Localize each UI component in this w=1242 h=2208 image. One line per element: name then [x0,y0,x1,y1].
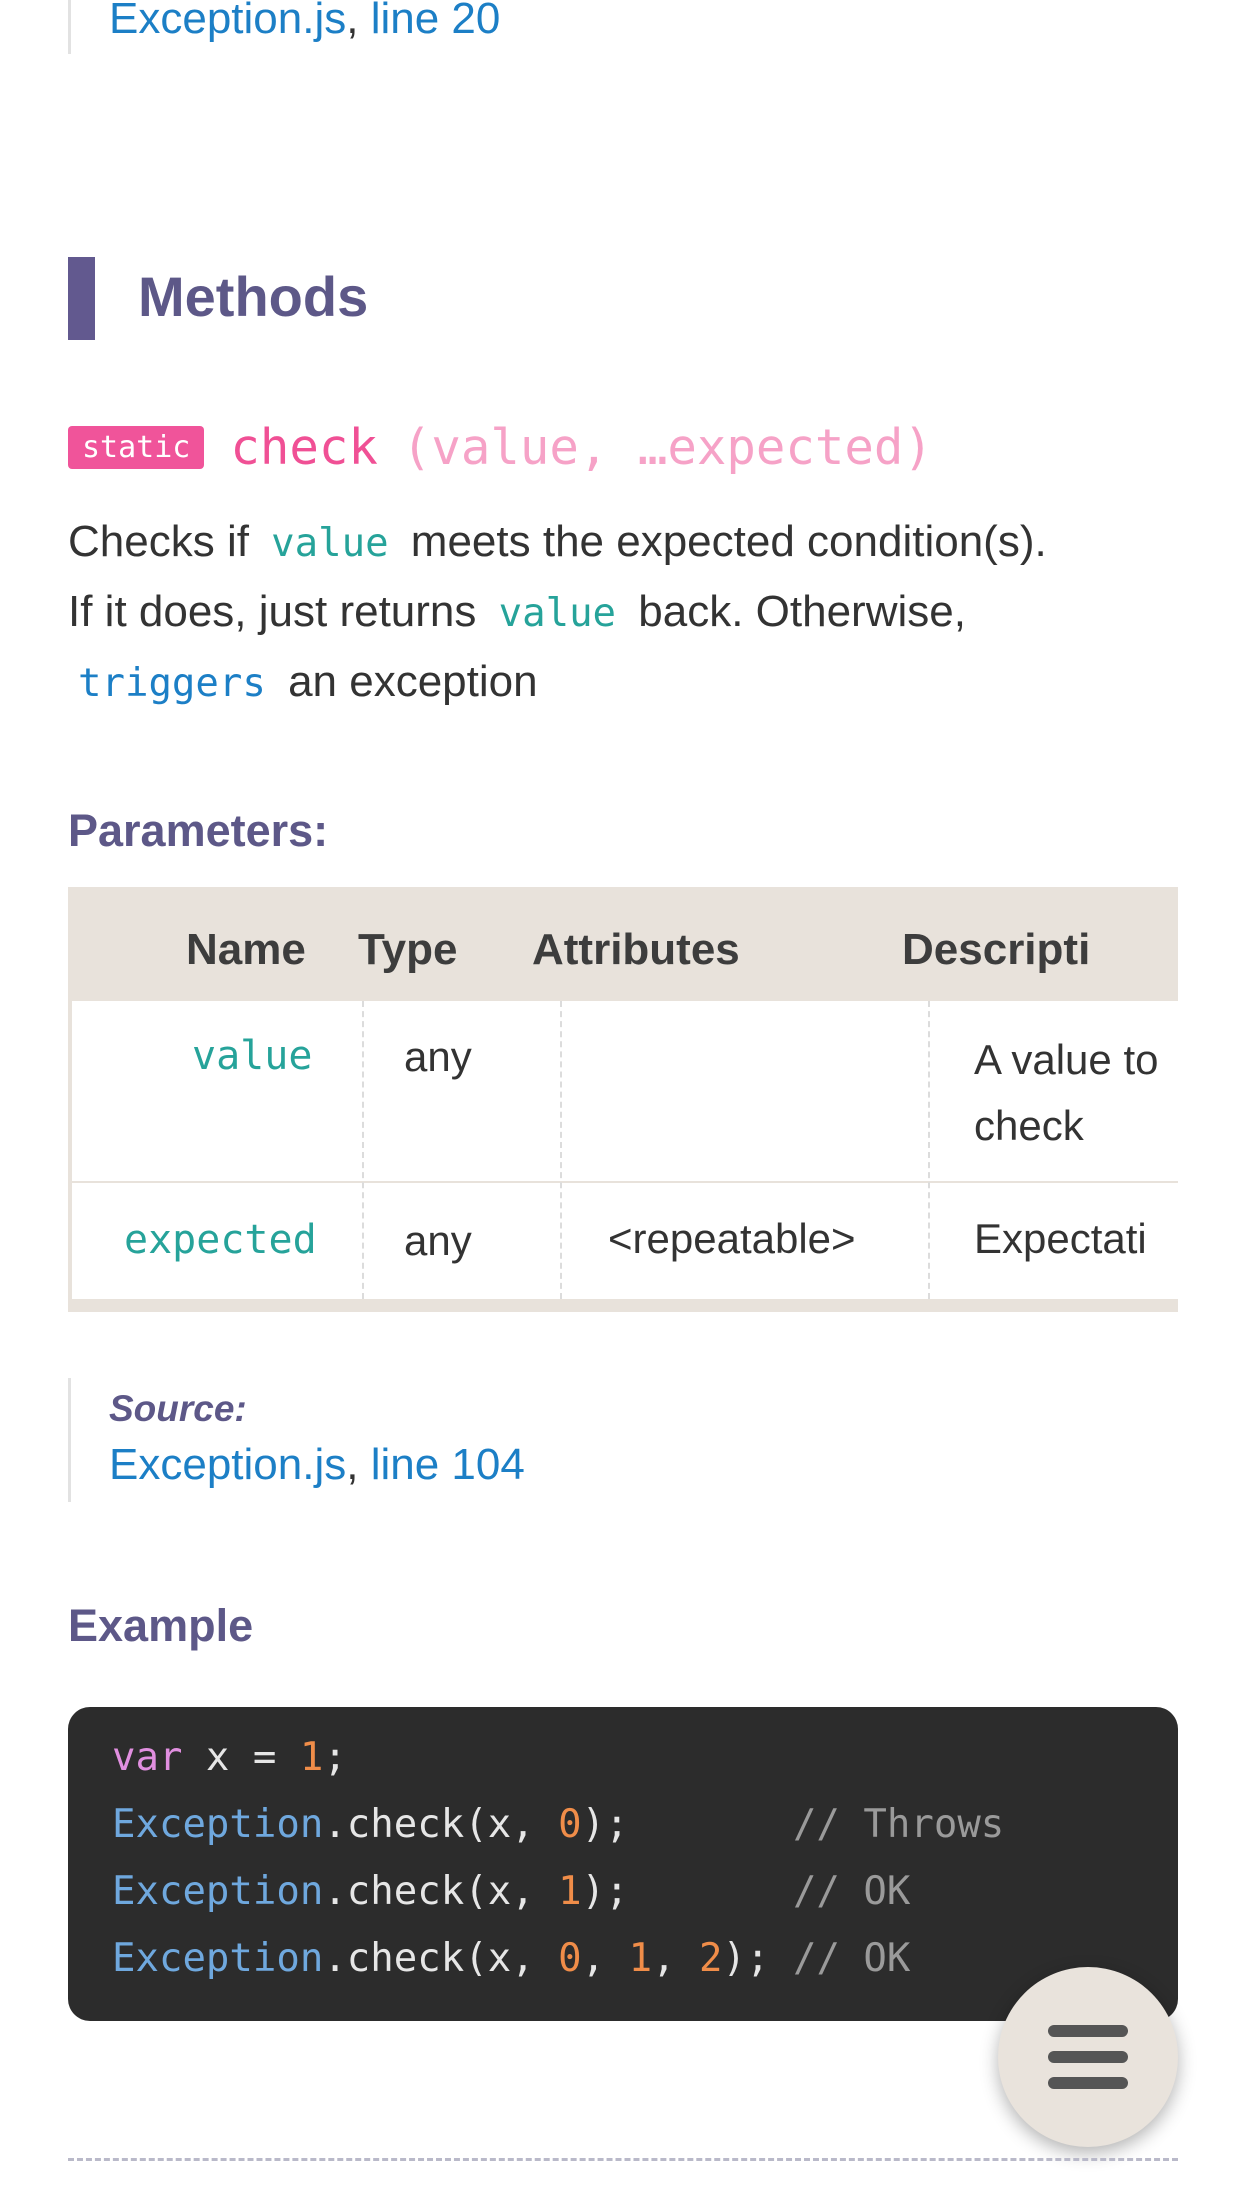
source-line-link[interactable]: line 104 [371,1440,525,1489]
triggers-link[interactable]: triggers [68,661,276,706]
source-block: Source: Exception.js, line 104 [68,1378,771,1502]
param-name-cell: value [192,1033,313,1079]
parameters-heading: Parameters: [68,805,329,856]
methods-heading: Methods [138,265,369,328]
param-attributes-cell: <repeatable> [608,1215,856,1262]
methods-heading-bar [68,257,95,340]
header-type: Type [358,925,458,974]
param-description-cell: A value to check [974,1036,1159,1149]
param-name-cell: expected [124,1217,317,1263]
top-source-file-link[interactable]: Exception.js [109,0,346,43]
table-header: Name Type Attributes Descripti [68,887,1178,1001]
inline-code-value: value [498,591,617,636]
source-label: Source: [109,1388,247,1429]
static-badge: static [68,425,205,469]
method-name: check [230,418,378,476]
param-type-cell: any [404,1033,472,1080]
code-line: Exception.check(x, 0); // Throws [112,1802,1005,1847]
code-example: var x = 1; Exception.check(x, 0); // Thr… [68,1707,1178,2021]
method-description: Checks if value meets the expected condi… [68,517,1047,706]
header-attributes: Attributes [532,925,740,974]
top-source-block: Exception.js, line 20 [68,0,771,54]
top-source-links: Exception.js, line 20 [109,0,500,44]
method-signature: static check (value, …expected) [68,418,933,476]
source-links: Exception.js, line 104 [109,1440,525,1490]
header-description: Descripti [902,925,1091,974]
source-file-link[interactable]: Exception.js [109,1440,346,1489]
source-separator: , [346,1440,371,1489]
inline-code-value: value [271,521,389,566]
top-source-separator: , [346,0,371,43]
top-source-line-link[interactable]: line 20 [371,0,501,43]
parameters-table[interactable]: Name Type Attributes Descripti value any… [68,887,1178,1312]
code-line: Exception.check(x, 1); // OK [112,1869,911,1914]
section-divider [68,2158,1178,2161]
header-name: Name [186,925,306,974]
menu-button[interactable] [998,1967,1178,2147]
param-type-cell: any [404,1217,472,1264]
param-description-cell: Expectati [974,1215,1147,1262]
example-heading: Example [68,1600,254,1651]
code-line: var x = 1; [112,1735,347,1780]
code-line: Exception.check(x, 0, 1, 2); // OK [112,1936,911,1981]
method-params: (value, …expected) [401,418,933,476]
